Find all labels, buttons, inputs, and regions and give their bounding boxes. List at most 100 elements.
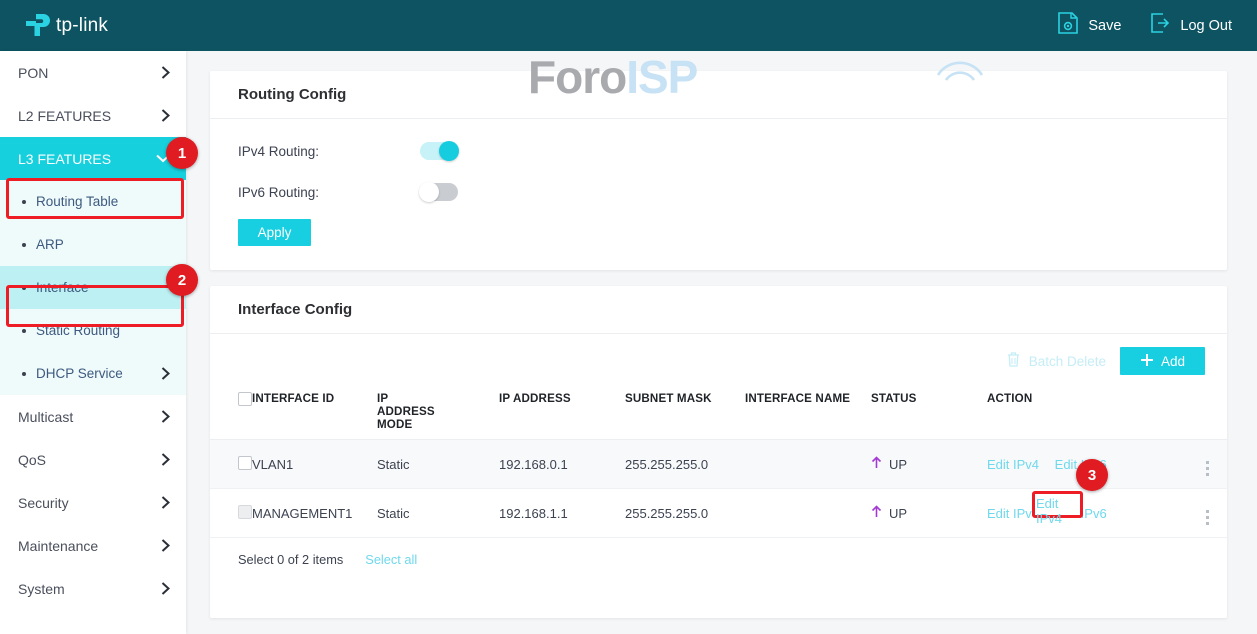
logout-arrow-icon: [1149, 11, 1171, 40]
sidebar-item-qos[interactable]: QoS: [0, 438, 186, 481]
column-header-ip-address-mode: IP ADDRESS MODE: [377, 385, 499, 440]
cell-subnet-mask: 255.255.255.0: [625, 488, 745, 538]
toggle-knob: [439, 141, 459, 161]
sidebar-submenu-l3: Routing Table ARP Interface Static Routi…: [0, 180, 186, 395]
ipv6-routing-row: IPv6 Routing:: [210, 182, 1227, 202]
annotation-3-edit-ipv4-link[interactable]: Edit IPv4: [1036, 496, 1080, 526]
vertical-dots-icon[interactable]: [1205, 461, 1209, 476]
sidebar-item-label: QoS: [18, 451, 47, 468]
sidebar-item-label: Security: [18, 494, 69, 511]
status-label: UP: [889, 505, 908, 521]
select-all-link[interactable]: Select all: [365, 552, 417, 567]
table-footer: Select 0 of 2 items Select all: [210, 538, 1227, 567]
sidebar-item-label: Routing Table: [36, 194, 119, 209]
row-checkbox[interactable]: [238, 455, 252, 470]
sidebar-item-system[interactable]: System: [0, 567, 186, 610]
sidebar-item-label: Interface: [36, 280, 89, 295]
sidebar-item-routing-table[interactable]: Routing Table: [0, 180, 186, 223]
sidebar-item-label: PON: [18, 64, 49, 81]
batch-delete-label: Batch Delete: [1028, 353, 1106, 369]
sidebar-item-l3-features[interactable]: L3 FEATURES: [0, 137, 186, 180]
column-header-interface-id: INTERFACE ID: [252, 385, 377, 440]
status-label: UP: [889, 456, 908, 472]
bullet-icon: [22, 242, 26, 247]
tp-link-logo-icon: [22, 12, 52, 40]
sidebar-item-label: Maintenance: [18, 537, 99, 554]
chevron-right-icon: [161, 496, 170, 509]
bullet-icon: [22, 199, 26, 204]
sidebar-item-label: L3 FEATURES: [18, 150, 112, 167]
column-header-menu: [1187, 385, 1227, 440]
chevron-right-icon: [161, 453, 170, 466]
sidebar-navigation: PON L2 FEATURES L3 FEATURES Routing Tabl…: [0, 51, 186, 634]
brand-logo[interactable]: tp-link: [22, 12, 108, 40]
cell-ip-address-mode: Static: [377, 488, 499, 538]
sidebar-item-multicast[interactable]: Multicast: [0, 395, 186, 438]
cell-status: UP: [871, 439, 987, 489]
sidebar-item-label: L2 FEATURES: [18, 107, 112, 124]
brand-name: tp-link: [56, 14, 109, 36]
save-gear-document-icon: [1057, 11, 1079, 40]
selection-count-label: Select 0 of 2 items: [238, 552, 344, 567]
sidebar-item-dhcp-service[interactable]: DHCP Service: [0, 352, 186, 395]
ipv4-routing-label: IPv4 Routing:: [238, 143, 320, 159]
chevron-right-icon: [161, 109, 170, 122]
ipv6-routing-toggle[interactable]: [419, 182, 458, 202]
sidebar-item-l2-features[interactable]: L2 FEATURES: [0, 94, 186, 137]
chevron-right-icon: [161, 410, 170, 423]
column-header-action: ACTION: [987, 385, 1187, 440]
bullet-icon: [22, 285, 26, 290]
annotation-badge-1: 1: [166, 137, 198, 169]
chevron-right-icon: [161, 539, 170, 552]
batch-delete-button[interactable]: Batch Delete: [1006, 351, 1106, 371]
column-header-ip-address: IP ADDRESS: [499, 385, 625, 440]
trash-icon: [1006, 351, 1021, 371]
sidebar-item-maintenance[interactable]: Maintenance: [0, 524, 186, 567]
logout-label: Log Out: [1180, 17, 1232, 34]
sidebar-item-interface[interactable]: Interface: [0, 266, 186, 309]
ipv6-routing-label: IPv6 Routing:: [238, 184, 320, 200]
select-all-checkbox-cell: [210, 385, 252, 440]
column-header-subnet-mask: SUBNET MASK: [625, 385, 745, 440]
main-content: Routing Config IPv4 Routing: IPv6 Routin…: [186, 51, 1257, 634]
save-button[interactable]: Save: [1057, 11, 1121, 40]
row-checkbox[interactable]: [238, 504, 252, 519]
cell-interface-name: [745, 488, 871, 538]
cell-ip-address: 192.168.0.1: [499, 439, 625, 489]
ipv4-routing-toggle[interactable]: [420, 141, 459, 161]
annotation-badge-3: 3: [1076, 459, 1108, 491]
row-checkbox-cell: [210, 488, 252, 538]
logout-button[interactable]: Log Out: [1149, 11, 1232, 40]
sidebar-item-pon[interactable]: PON: [0, 51, 186, 94]
arrow-up-icon: [871, 505, 882, 521]
interface-table: INTERFACE ID IP ADDRESS MODE IP ADDRESS …: [210, 385, 1227, 538]
toggle-knob: [419, 182, 439, 202]
sidebar-item-security[interactable]: Security: [0, 481, 186, 524]
chevron-right-icon: [161, 66, 170, 79]
sidebar-item-label: Static Routing: [36, 323, 121, 338]
interface-config-title: Interface Config: [210, 286, 1227, 334]
chevron-right-icon: [161, 582, 170, 595]
chevron-right-icon: [161, 367, 170, 380]
table-row[interactable]: VLAN1 Static 192.168.0.1 255.255.255.0 U…: [210, 439, 1227, 489]
column-header-interface-name: INTERFACE NAME: [745, 385, 871, 440]
add-label: Add: [1160, 353, 1186, 369]
sidebar-item-static-routing[interactable]: Static Routing: [0, 309, 186, 352]
cell-ip-address-mode: Static: [377, 439, 499, 489]
select-all-checkbox[interactable]: [238, 392, 252, 406]
cell-interface-id: MANAGEMENT1: [252, 488, 377, 538]
vertical-dots-icon[interactable]: [1205, 510, 1209, 525]
add-button[interactable]: Add: [1120, 347, 1205, 375]
edit-ipv4-link[interactable]: Edit IPv4: [987, 457, 1039, 472]
edit-ipv4-link[interactable]: Edit IPv4: [987, 506, 1039, 521]
top-header-bar: tp-link Save Log Out: [0, 0, 1257, 51]
bullet-icon: [22, 371, 26, 376]
sidebar-item-arp[interactable]: ARP: [0, 223, 186, 266]
save-label: Save: [1088, 17, 1122, 34]
sidebar-item-label: System: [18, 580, 65, 597]
topbar-actions: Save Log Out: [1057, 11, 1232, 40]
cell-interface-name: [745, 439, 871, 489]
apply-button[interactable]: Apply: [238, 219, 311, 246]
column-header-status: STATUS: [871, 385, 987, 440]
interface-config-card: Interface Config Batch Delete Add INTERF…: [210, 286, 1227, 618]
